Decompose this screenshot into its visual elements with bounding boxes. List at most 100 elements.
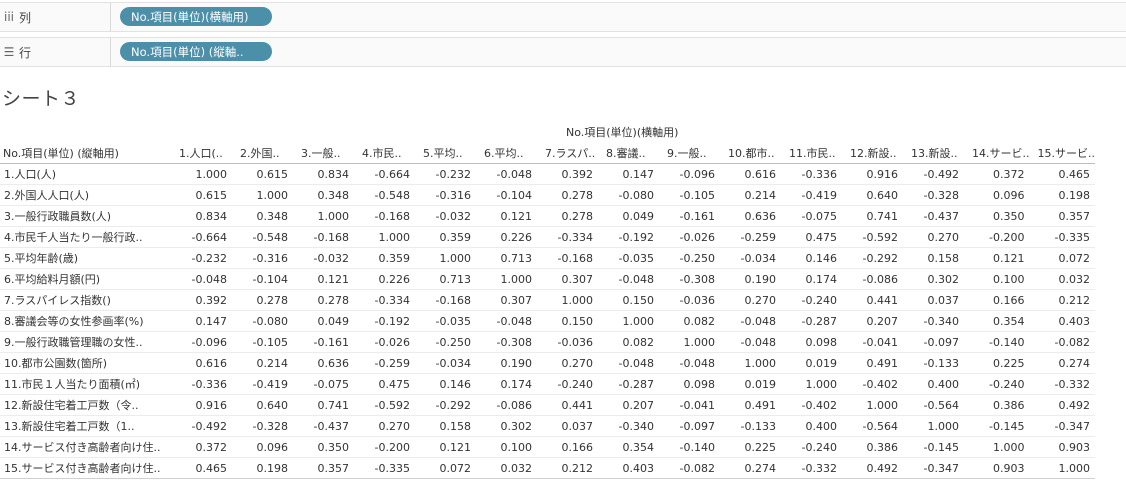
table-cell[interactable]: 0.615 [232, 164, 293, 185]
table-cell[interactable]: -0.035 [598, 248, 659, 269]
table-cell[interactable]: -0.168 [293, 227, 354, 248]
columns-pill[interactable]: No.項目(単位)(横軸用) [120, 7, 272, 26]
table-cell[interactable]: 0.400 [781, 416, 842, 437]
table-cell[interactable]: -0.086 [842, 269, 903, 290]
table-cell[interactable]: 0.198 [232, 458, 293, 479]
row-header[interactable]: 3.一般行政職員数(人) [0, 206, 171, 227]
table-cell[interactable]: -0.259 [720, 227, 781, 248]
table-cell[interactable]: 0.916 [842, 164, 903, 185]
column-header[interactable]: 9.一般.. [659, 142, 720, 164]
table-cell[interactable]: 0.082 [598, 332, 659, 353]
table-cell[interactable]: -0.200 [964, 227, 1030, 248]
table-cell[interactable]: -0.316 [415, 185, 476, 206]
table-cell[interactable]: -0.592 [354, 395, 415, 416]
row-header[interactable]: 10.都市公園数(箇所) [0, 353, 171, 374]
table-cell[interactable]: -0.034 [415, 353, 476, 374]
table-cell[interactable]: 1.000 [659, 332, 720, 353]
table-cell[interactable]: -0.492 [171, 416, 232, 437]
table-cell[interactable]: -0.308 [659, 269, 720, 290]
table-cell[interactable]: 0.270 [354, 416, 415, 437]
table-cell[interactable]: 0.147 [171, 311, 232, 332]
table-cell[interactable]: -0.080 [232, 311, 293, 332]
table-cell[interactable]: 0.207 [842, 311, 903, 332]
column-header[interactable]: 12.新設.. [842, 142, 903, 164]
table-cell[interactable]: 0.392 [537, 164, 598, 185]
table-cell[interactable]: -0.168 [415, 290, 476, 311]
row-header[interactable]: 12.新設住宅着工戸数（令.. [0, 395, 171, 416]
table-cell[interactable]: -0.334 [354, 290, 415, 311]
table-cell[interactable]: -0.048 [171, 269, 232, 290]
column-header[interactable]: 2.外国.. [232, 142, 293, 164]
table-cell[interactable]: -0.548 [232, 227, 293, 248]
column-header[interactable]: 14.サービ.. [964, 142, 1030, 164]
table-cell[interactable]: 0.098 [659, 374, 720, 395]
table-cell[interactable]: 0.640 [232, 395, 293, 416]
table-cell[interactable]: 1.000 [476, 269, 537, 290]
table-cell[interactable]: 0.121 [964, 248, 1030, 269]
table-cell[interactable]: 0.350 [293, 437, 354, 458]
table-cell[interactable]: 0.158 [415, 416, 476, 437]
row-header-title[interactable]: No.項目(単位) (縦軸用) [0, 142, 171, 164]
table-cell[interactable]: 1.000 [293, 206, 354, 227]
table-cell[interactable]: -0.240 [964, 374, 1030, 395]
table-cell[interactable]: 0.713 [476, 248, 537, 269]
table-cell[interactable]: -0.075 [781, 206, 842, 227]
table-cell[interactable]: 0.392 [171, 290, 232, 311]
table-cell[interactable]: -0.308 [476, 332, 537, 353]
table-cell[interactable]: 0.903 [1030, 437, 1096, 458]
table-cell[interactable]: -0.332 [781, 458, 842, 479]
table-cell[interactable]: 0.032 [476, 458, 537, 479]
table-cell[interactable]: -0.492 [903, 164, 964, 185]
table-cell[interactable]: -0.192 [354, 311, 415, 332]
table-cell[interactable]: 0.372 [171, 437, 232, 458]
table-cell[interactable]: -0.096 [171, 332, 232, 353]
table-cell[interactable]: -0.328 [232, 416, 293, 437]
table-cell[interactable]: -0.664 [171, 227, 232, 248]
table-cell[interactable]: -0.140 [659, 437, 720, 458]
table-cell[interactable]: 0.278 [537, 206, 598, 227]
table-cell[interactable]: 0.037 [537, 416, 598, 437]
table-cell[interactable]: -0.292 [842, 248, 903, 269]
table-cell[interactable]: 0.278 [293, 290, 354, 311]
table-cell[interactable]: -0.332 [1030, 374, 1096, 395]
table-cell[interactable]: -0.437 [293, 416, 354, 437]
table-cell[interactable]: -0.133 [903, 353, 964, 374]
table-cell[interactable]: 0.465 [171, 458, 232, 479]
table-cell[interactable]: 1.000 [598, 311, 659, 332]
table-cell[interactable]: -0.048 [720, 332, 781, 353]
table-cell[interactable]: 0.166 [964, 290, 1030, 311]
table-cell[interactable]: -0.133 [720, 416, 781, 437]
table-cell[interactable]: -0.240 [781, 290, 842, 311]
table-cell[interactable]: 0.492 [842, 458, 903, 479]
table-cell[interactable]: -0.402 [781, 395, 842, 416]
table-cell[interactable]: -0.048 [476, 164, 537, 185]
table-cell[interactable]: 0.147 [598, 164, 659, 185]
table-cell[interactable]: -0.097 [659, 416, 720, 437]
column-header[interactable]: 5.平均.. [415, 142, 476, 164]
table-cell[interactable]: -0.336 [781, 164, 842, 185]
table-cell[interactable]: -0.419 [232, 374, 293, 395]
table-cell[interactable]: 0.100 [476, 437, 537, 458]
table-cell[interactable]: 0.225 [720, 437, 781, 458]
table-cell[interactable]: -0.032 [293, 248, 354, 269]
table-cell[interactable]: 0.302 [903, 269, 964, 290]
table-cell[interactable]: 0.400 [903, 374, 964, 395]
table-cell[interactable]: -0.334 [537, 227, 598, 248]
table-cell[interactable]: -0.240 [537, 374, 598, 395]
table-cell[interactable]: 0.278 [537, 185, 598, 206]
row-header[interactable]: 1.人口(人) [0, 164, 171, 185]
table-cell[interactable]: 0.640 [842, 185, 903, 206]
table-cell[interactable]: 0.096 [232, 437, 293, 458]
table-cell[interactable]: 0.386 [842, 437, 903, 458]
table-cell[interactable]: -0.200 [354, 437, 415, 458]
table-cell[interactable]: 0.359 [354, 248, 415, 269]
column-header[interactable]: 11.市民.. [781, 142, 842, 164]
table-cell[interactable]: 0.226 [354, 269, 415, 290]
table-cell[interactable]: -0.034 [720, 248, 781, 269]
table-cell[interactable]: 0.212 [537, 458, 598, 479]
rows-pill[interactable]: No.項目(単位) (縦軸.. [120, 42, 272, 61]
table-cell[interactable]: 1.000 [781, 374, 842, 395]
table-cell[interactable]: -0.048 [476, 311, 537, 332]
table-cell[interactable]: 0.198 [1030, 185, 1096, 206]
table-cell[interactable]: 0.212 [1030, 290, 1096, 311]
